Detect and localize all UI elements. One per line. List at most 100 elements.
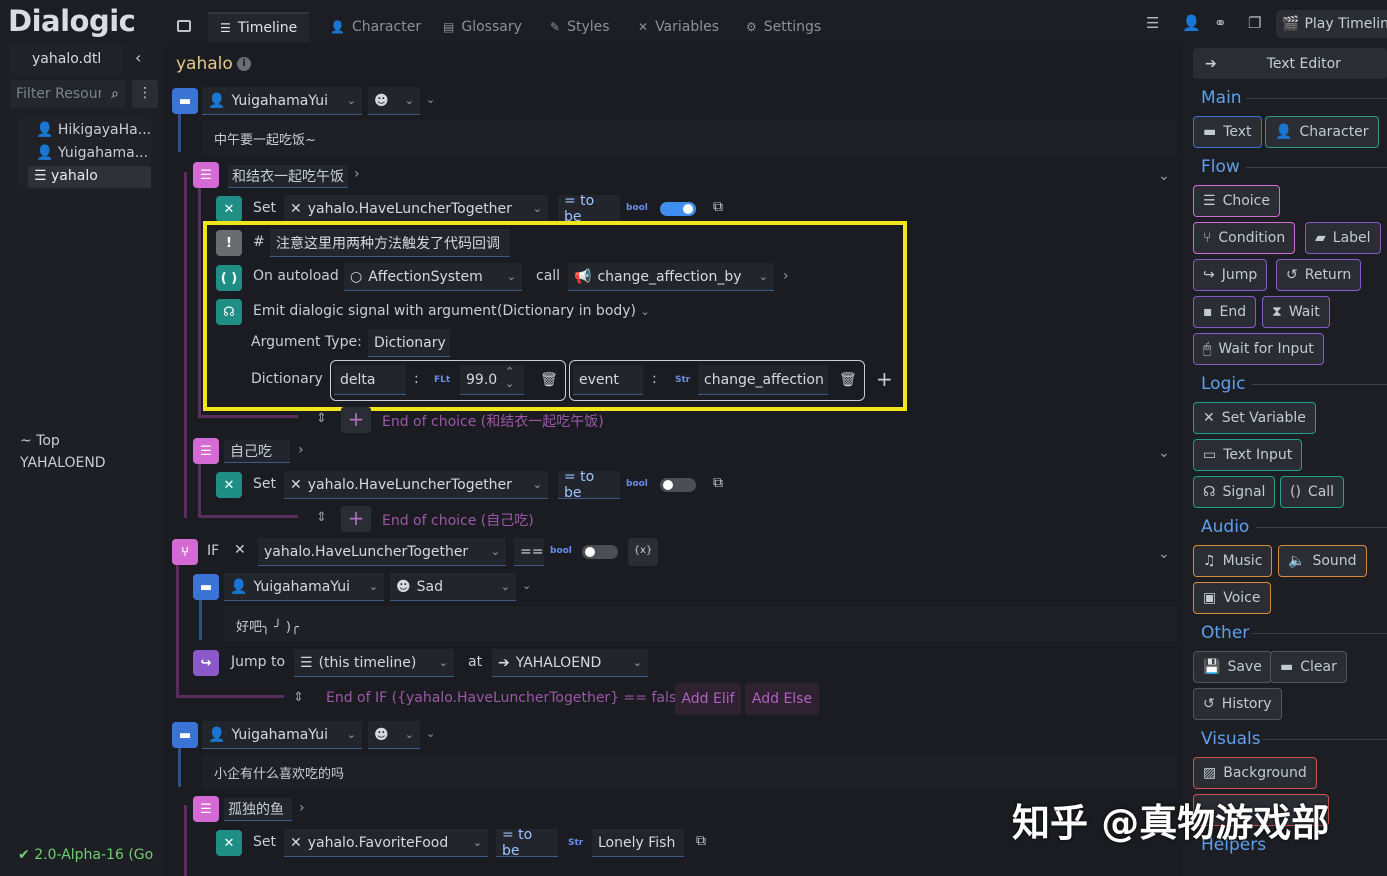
- add-choice-icon[interactable]: +: [341, 506, 371, 532]
- condition-event-icon[interactable]: ⑂: [172, 539, 198, 565]
- info-icon[interactable]: i: [237, 57, 251, 71]
- label-button[interactable]: ▰ Label: [1305, 222, 1381, 254]
- call-button[interactable]: () Call: [1280, 476, 1345, 508]
- play-timeline-button[interactable]: 🎬Play Timeline: [1276, 10, 1387, 38]
- text-event-icon[interactable]: ▬: [172, 88, 198, 114]
- set-variable-icon[interactable]: ✕: [216, 472, 242, 498]
- character-button[interactable]: 👤 Character: [1265, 116, 1379, 148]
- filter-input[interactable]: Filter Resources ⌕: [10, 80, 125, 108]
- text-area[interactable]: [202, 120, 1177, 156]
- portrait-dropdown[interactable]: ☻ ⌄: [368, 87, 420, 115]
- resource-item[interactable]: ☰ yahalo: [34, 168, 98, 184]
- tab-styles[interactable]: ✎ Styles: [550, 12, 610, 42]
- sidebar-toggle-icon[interactable]: [177, 20, 191, 32]
- sound-button[interactable]: 🔈 Sound: [1278, 545, 1367, 577]
- condition-button[interactable]: ⑂ Condition: [1193, 222, 1296, 254]
- bool-toggle-off[interactable]: [582, 545, 618, 559]
- add-entry-icon[interactable]: +: [876, 367, 893, 391]
- condition-variable-dropdown[interactable]: yahalo.HaveLuncherTogether ⌄: [258, 538, 506, 566]
- add-elif-button[interactable]: Add Elif: [675, 683, 741, 715]
- copy-icon[interactable]: ❐: [1248, 14, 1261, 32]
- end-button[interactable]: ▪ End: [1193, 296, 1257, 328]
- chevron-right-icon[interactable]: ›: [354, 166, 360, 182]
- float-type-icon[interactable]: FLt: [434, 375, 450, 385]
- move-icon[interactable]: ⇕: [316, 510, 327, 525]
- signal-mode-dropdown[interactable]: (Dictionary in body) ⌄: [497, 303, 650, 319]
- operator-dropdown[interactable]: = to be: [558, 469, 620, 501]
- variable-dropdown[interactable]: ✕ yahalo.FavoriteFood ⌄: [284, 829, 488, 857]
- tab-character[interactable]: 👤 Character: [330, 12, 421, 42]
- choice-event-icon[interactable]: ☰: [193, 438, 219, 464]
- text-event-icon[interactable]: ▬: [172, 722, 198, 748]
- text-editor-button[interactable]: ➔ Text Editor: [1193, 48, 1387, 79]
- voice-button[interactable]: ▣ Voice: [1193, 582, 1271, 614]
- variable-dropdown[interactable]: ✕ yahalo.HaveLuncherTogether ⌄: [284, 195, 548, 223]
- open-external-icon[interactable]: ⧉: [713, 475, 723, 491]
- return-button[interactable]: ↺ Return: [1276, 259, 1362, 291]
- jump-event-icon[interactable]: ↪: [193, 650, 219, 676]
- move-icon[interactable]: ⇕: [293, 690, 304, 705]
- add-else-button[interactable]: Add Else: [745, 683, 819, 715]
- bool-toggle-off[interactable]: [660, 478, 696, 492]
- dict-key-input[interactable]: event: [573, 365, 643, 395]
- collapse-icon[interactable]: ‹: [135, 48, 141, 67]
- collapse-chevron-icon[interactable]: ⌄: [1158, 445, 1170, 461]
- timeline-dropdown[interactable]: ☰ (this timeline) ⌄: [294, 649, 454, 677]
- character-dropdown[interactable]: 👤 YuigahamaYui ⌄: [224, 573, 384, 601]
- set-variable-icon[interactable]: ✕: [216, 196, 242, 222]
- string-type-icon[interactable]: Str: [675, 375, 690, 385]
- portrait-dropdown[interactable]: ☻ ⌄: [368, 721, 420, 749]
- choice-text[interactable]: 自己吃: [224, 440, 290, 463]
- label-yahaloend[interactable]: YAHALOEND: [20, 455, 106, 471]
- signal-icon[interactable]: ☊: [216, 299, 242, 325]
- choice-event-icon[interactable]: ☰: [193, 162, 219, 188]
- character-dropdown[interactable]: 👤 YuigahamaYui ⌄: [202, 87, 362, 115]
- variable-dropdown[interactable]: ✕ yahalo.HaveLuncherTogether ⌄: [284, 471, 548, 499]
- resource-item[interactable]: 👤 Yuigahama...: [36, 145, 148, 161]
- comment-icon[interactable]: !: [216, 230, 242, 256]
- open-external-icon[interactable]: ⧉: [713, 199, 723, 215]
- trash-icon[interactable]: 🗑: [540, 372, 558, 388]
- set-variable-icon[interactable]: ✕: [216, 830, 242, 856]
- chevron-right-icon[interactable]: ›: [783, 268, 789, 284]
- clear-button[interactable]: ▬ Clear: [1270, 651, 1347, 683]
- wait-for-input-button[interactable]: 🖱 Wait for Input: [1193, 333, 1324, 365]
- music-button[interactable]: ♫ Music: [1193, 545, 1273, 577]
- expand-icon[interactable]: ⌄: [426, 727, 435, 740]
- tab-timeline[interactable]: ☰ Timeline: [208, 12, 310, 42]
- comment-field[interactable]: 注意这里用两种方法触发了代码回调: [270, 229, 510, 257]
- spinner-icon[interactable]: ⌃ ⌄: [505, 366, 514, 390]
- wait-button[interactable]: ⧗ Wait: [1262, 296, 1330, 328]
- expand-icon[interactable]: ⌄: [522, 579, 531, 592]
- choice-text[interactable]: 孤独的鱼: [224, 798, 292, 821]
- character-add-icon[interactable]: 👤: [1182, 14, 1201, 32]
- tab-glossary[interactable]: ▤ Glossary: [443, 12, 522, 42]
- compare-operator[interactable]: ==: [514, 538, 544, 566]
- background-button[interactable]: ▨ Background: [1193, 757, 1317, 789]
- choice-text[interactable]: 和结衣一起吃午饭: [228, 165, 348, 188]
- collapse-chevron-icon[interactable]: ⌄: [1158, 546, 1170, 562]
- expand-icon[interactable]: ⌄: [426, 93, 435, 106]
- list-view-icon[interactable]: ☰: [1146, 14, 1159, 32]
- dict-value-input[interactable]: 99.0: [460, 365, 524, 395]
- text-button[interactable]: ▬ Text: [1193, 116, 1262, 148]
- more-options-icon[interactable]: ⋮: [132, 80, 158, 108]
- trash-icon[interactable]: 🗑: [839, 372, 857, 388]
- text-input-button[interactable]: ▭ Text Input: [1193, 439, 1303, 471]
- choice-event-icon[interactable]: ☰: [193, 796, 219, 822]
- text-event-icon[interactable]: ▬: [193, 574, 219, 600]
- signal-button[interactable]: ☊ Signal: [1193, 476, 1276, 508]
- label-dropdown[interactable]: ➔ YAHALOEND ⌄: [492, 649, 648, 677]
- set-variable-button[interactable]: ✕ Set Variable: [1193, 402, 1316, 434]
- label-top[interactable]: ~ Top: [20, 433, 60, 449]
- operator-dropdown[interactable]: = to be: [496, 827, 558, 859]
- argtype-dropdown[interactable]: Dictionary: [368, 329, 450, 357]
- bool-type-icon[interactable]: bool: [626, 203, 648, 213]
- add-choice-icon[interactable]: +: [341, 407, 371, 433]
- portrait-dropdown[interactable]: ☻ Sad ⌄: [390, 573, 516, 601]
- collapse-chevron-icon[interactable]: ⌄: [1158, 168, 1170, 184]
- string-type-icon[interactable]: Str: [568, 838, 583, 848]
- dict-key-input[interactable]: delta: [334, 365, 406, 395]
- jump-button[interactable]: ↪ Jump: [1193, 259, 1268, 291]
- bool-type-icon[interactable]: bool: [626, 479, 648, 489]
